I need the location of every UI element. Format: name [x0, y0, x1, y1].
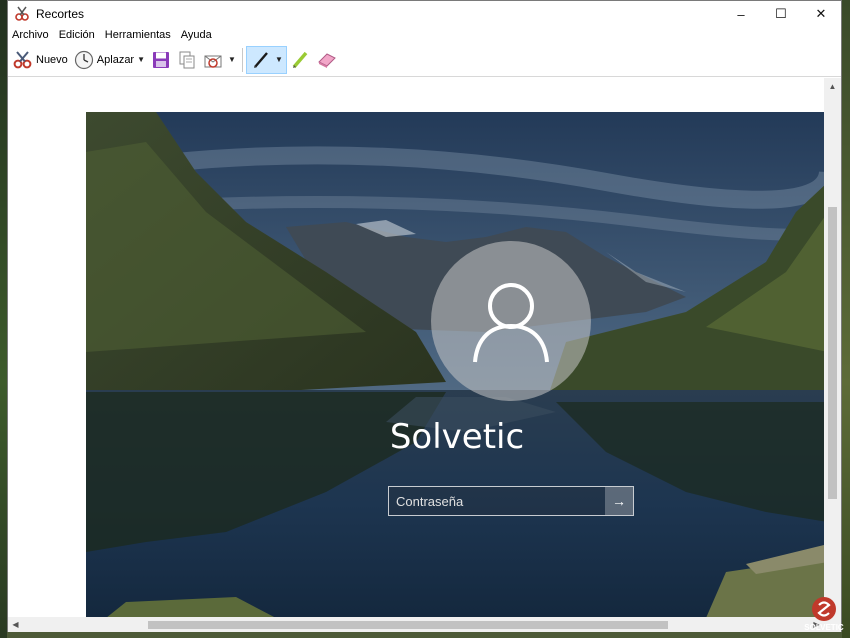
arrow-right-icon: → [612, 493, 626, 509]
scroll-up-icon[interactable]: ▲ [824, 78, 841, 95]
title-bar[interactable]: Recortes – ☐ ✕ [8, 1, 841, 27]
minimize-button[interactable]: – [721, 1, 761, 27]
snipping-tool-window: Recortes – ☐ ✕ Archivo Edición Herramien… [7, 0, 842, 632]
watermark-text: SOLVETIC [804, 623, 844, 632]
user-icon [473, 283, 549, 363]
menu-bar: Archivo Edición Herramientas Ayuda [8, 27, 841, 43]
send-snip-button[interactable]: ▼ [200, 47, 239, 73]
eraser-icon [318, 52, 336, 68]
user-avatar [431, 241, 591, 401]
scissors-icon [13, 50, 32, 68]
save-button[interactable] [148, 47, 174, 73]
pen-icon [253, 51, 268, 68]
menu-ayuda[interactable]: Ayuda [181, 29, 212, 41]
close-button[interactable]: ✕ [801, 1, 841, 27]
lockscreen-username: Solvetic [389, 417, 525, 457]
menu-archivo[interactable]: Archivo [12, 29, 49, 41]
window-title: Recortes [36, 7, 85, 21]
eraser-button[interactable] [313, 47, 341, 73]
desktop-background-right [842, 0, 850, 638]
snipping-tool-app-icon [15, 6, 29, 21]
watermark-logo-icon [812, 597, 836, 621]
horizontal-scrollbar[interactable]: ◀ ▶ [8, 617, 841, 632]
scroll-left-icon[interactable]: ◀ [8, 617, 23, 632]
menu-herramientas[interactable]: Herramientas [105, 29, 171, 41]
toolbar-separator [241, 47, 243, 72]
delay-dropdown-arrow-icon[interactable]: ▼ [137, 55, 145, 64]
maximize-button[interactable]: ☐ [761, 1, 801, 27]
send-dropdown-arrow-icon[interactable]: ▼ [228, 55, 236, 64]
highlighter-icon [292, 51, 308, 68]
save-icon [153, 51, 170, 68]
toolbar: Nuevo Aplazar ▼ ▼ ▼ [8, 43, 841, 77]
vertical-scroll-thumb[interactable] [828, 207, 837, 499]
new-snip-label: Nuevo [36, 53, 68, 66]
horizontal-scroll-thumb[interactable] [148, 621, 668, 629]
delay-button[interactable]: Aplazar ▼ [71, 47, 148, 73]
pen-dropdown-arrow-icon[interactable]: ▼ [275, 55, 283, 64]
password-field-container: → [388, 486, 634, 516]
menu-edicion[interactable]: Edición [59, 29, 95, 41]
copy-button[interactable] [174, 47, 200, 73]
highlighter-button[interactable] [287, 47, 313, 73]
solvetic-watermark: SOLVETIC [800, 596, 848, 638]
password-input[interactable] [389, 487, 605, 515]
delay-label: Aplazar [96, 53, 135, 66]
clock-icon [74, 50, 93, 69]
pen-button[interactable]: ▼ [245, 45, 287, 74]
submit-arrow-button[interactable]: → [605, 487, 633, 515]
snip-canvas[interactable]: Solvetic → [8, 78, 841, 618]
new-snip-button[interactable]: Nuevo [10, 47, 71, 73]
copy-icon [179, 51, 195, 68]
vertical-scrollbar[interactable]: ▲ [824, 78, 841, 618]
desktop-background-left [0, 0, 7, 638]
captured-lockscreen-image: Solvetic → [86, 112, 828, 618]
send-icon [204, 55, 222, 68]
